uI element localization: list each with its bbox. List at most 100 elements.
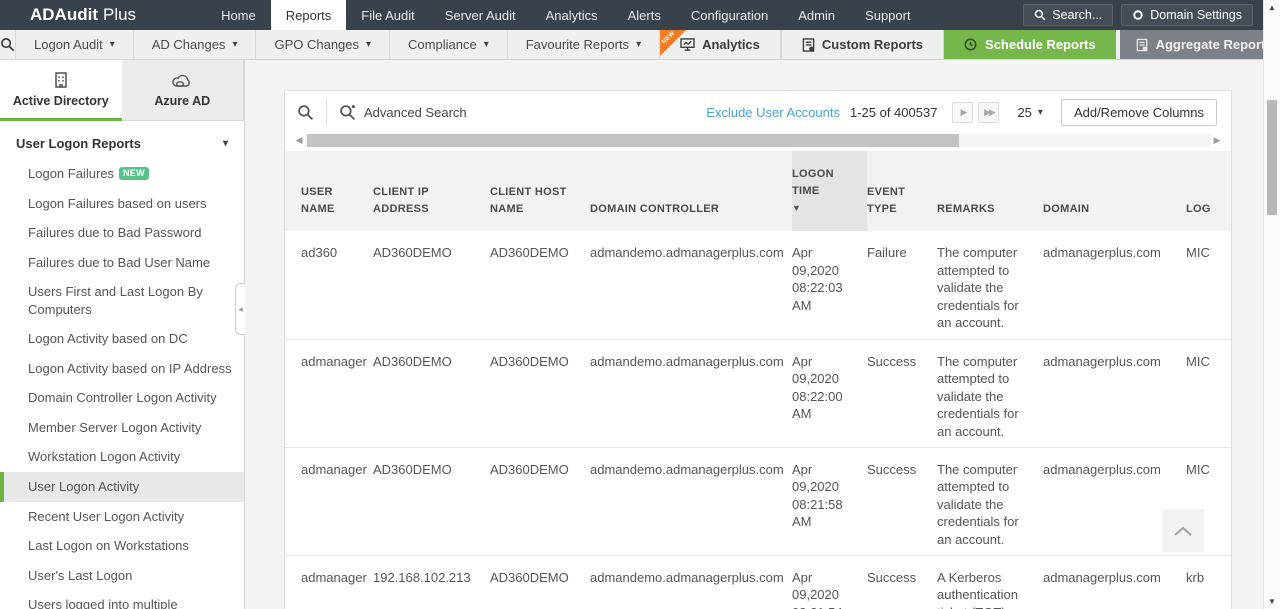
sidebar-item-last-logon-workstations[interactable]: Last Logon on Workstations — [0, 531, 244, 561]
nav-item-support[interactable]: Support — [850, 0, 926, 30]
scroll-right-arrow[interactable]: ▶ — [1211, 135, 1223, 146]
page-vertical-scrollbar: ▲ ▼ — [1263, 0, 1280, 609]
advanced-search-label[interactable]: Advanced Search — [364, 105, 467, 120]
pagination-range: 1-25 of 400537 — [849, 104, 938, 120]
nav-item-admin[interactable]: Admin — [783, 0, 850, 30]
vertical-scroll-thumb[interactable] — [1267, 100, 1277, 215]
scroll-to-top-button[interactable] — [1162, 509, 1204, 552]
sidebar-item-workstation-logon[interactable]: Workstation Logon Activity — [0, 442, 244, 472]
sidebar-item-recent-user-logon[interactable]: Recent User Logon Activity — [0, 502, 244, 532]
search-icon[interactable] — [297, 104, 314, 121]
cell-logon-time: Apr 09,2020 08:22:00 AM — [792, 353, 843, 422]
table-row[interactable]: admanager 192.168.102.213 AD360DEMO adma… — [285, 555, 1231, 609]
report-search-button[interactable] — [0, 30, 15, 59]
sidebar-item-users-last-logon[interactable]: User's Last Logon — [0, 561, 244, 591]
nav-item-reports[interactable]: Reports — [270, 0, 347, 30]
column-header-client-host[interactable]: CLIENT HOST NAME — [490, 151, 590, 231]
sidebar-section-user-logon-reports[interactable]: User Logon Reports ▾ — [0, 121, 244, 159]
last-page-button[interactable]: ▶▶ — [978, 101, 1000, 123]
custom-reports-button[interactable]: Custom Reports — [780, 30, 945, 59]
menu-gpo-changes[interactable]: GPO Changes ▾ — [255, 30, 389, 59]
menu-ad-changes[interactable]: AD Changes ▾ — [132, 30, 256, 59]
column-header-logon-time[interactable]: LOGON TIME ▼ — [792, 151, 867, 231]
nav-item-server-audit[interactable]: Server Audit — [430, 0, 531, 30]
page-size-value: 25 — [1017, 104, 1032, 120]
aggregate-reports-label: Aggregate Reports — [1155, 37, 1273, 52]
sidebar-item-domain-controller-logon[interactable]: Domain Controller Logon Activity — [0, 383, 244, 413]
scroll-left-arrow[interactable]: ◀ — [293, 135, 305, 146]
cell-event-type: Success — [867, 569, 917, 585]
cell-domain: admanagerplus.com — [1043, 569, 1161, 585]
sidebar-item-users-first-last-logon[interactable]: Users First and Last Logon By Computers — [0, 277, 244, 324]
cell-client-host: AD360DEMO — [490, 353, 569, 369]
aggregate-report-icon — [1136, 38, 1148, 52]
nav-item-configuration[interactable]: Configuration — [676, 0, 783, 30]
nav-item-file-audit[interactable]: File Audit — [346, 0, 429, 30]
sidebar-item-logon-failures-based-on-users[interactable]: Logon Failures based on users — [0, 189, 244, 219]
menu-compliance[interactable]: Compliance ▾ — [389, 30, 507, 59]
aggregate-reports-button[interactable]: Aggregate Reports — [1119, 30, 1280, 59]
chevron-up-icon — [1173, 525, 1193, 537]
custom-reports-label: Custom Reports — [821, 37, 924, 52]
sidebar-item-failures-bad-password[interactable]: Failures due to Bad Password — [0, 218, 244, 248]
sidebar-item-logon-failures[interactable]: Logon Failures NEW — [0, 159, 244, 189]
tab-active-directory-label: Active Directory — [12, 93, 109, 108]
advanced-search-icon[interactable] — [339, 104, 356, 121]
menu-favourite-reports[interactable]: Favourite Reports ▾ — [506, 30, 659, 59]
column-header-event-type[interactable]: EVENT TYPE — [867, 151, 937, 231]
column-header-user-name[interactable]: USER NAME — [285, 151, 373, 231]
exclude-user-accounts-link[interactable]: Exclude User Accounts — [706, 105, 840, 120]
horizontal-scroll-track[interactable] — [305, 134, 1211, 147]
report-card-toolbar: Advanced Search Exclude User Accounts 1-… — [285, 91, 1231, 133]
cell-domain-controller: admandemo.admanagerplus.com — [590, 353, 784, 369]
chevron-down-icon: ▾ — [483, 39, 489, 50]
app-window: ADAudit Plus Home Reports File Audit Ser… — [0, 0, 1280, 609]
page-size-dropdown[interactable]: 25 ▾ — [1017, 105, 1043, 120]
table-row[interactable]: admanager AD360DEMO AD360DEMO admandemo.… — [285, 447, 1231, 555]
app-logo[interactable]: ADAudit Plus — [0, 0, 166, 30]
cell-user-name: admanager — [301, 569, 367, 585]
content-area: Active Directory Azure AD User Logon Rep… — [0, 60, 1263, 609]
sidebar-item-logon-activity-ip[interactable]: Logon Activity based on IP Address — [0, 354, 244, 384]
column-header-logon-type[interactable]: LOG — [1186, 151, 1231, 231]
gear-icon — [1132, 9, 1144, 21]
table-row[interactable]: ad360 AD360DEMO AD360DEMO admandemo.adma… — [285, 231, 1231, 339]
sidebar-item-user-logon-activity[interactable]: User Logon Activity — [0, 472, 244, 502]
nav-item-home[interactable]: Home — [206, 0, 271, 30]
chevron-down-icon: ▾ — [1037, 106, 1043, 118]
chevron-left-icon: ◂ — [238, 303, 243, 314]
schedule-reports-label: Schedule Reports — [985, 37, 1096, 52]
sidebar-item-member-server-logon[interactable]: Member Server Logon Activity — [0, 413, 244, 443]
cell-domain: admanagerplus.com — [1043, 245, 1161, 260]
domain-settings-button[interactable]: Domain Settings — [1121, 4, 1253, 26]
horizontal-scroll-thumb[interactable] — [307, 134, 960, 147]
sidebar-item-failures-bad-user-name[interactable]: Failures due to Bad User Name — [0, 248, 244, 278]
scroll-down-arrow[interactable]: ▼ — [1264, 597, 1280, 606]
cell-remarks: The computer attempted to validate the c… — [937, 461, 1019, 547]
cell-logon-type: krb — [1186, 569, 1205, 585]
nav-item-analytics[interactable]: Analytics — [531, 0, 613, 30]
column-header-domain[interactable]: DOMAIN — [1043, 151, 1186, 231]
column-header-domain-controller[interactable]: DOMAIN CONTROLLER — [590, 151, 792, 231]
analytics-label: Analytics — [702, 37, 760, 52]
menu-logon-audit[interactable]: Logon Audit ▾ — [15, 30, 133, 59]
global-search-button[interactable]: Search... — [1023, 4, 1114, 26]
toolbar-right-group: NEW Analytics Custom Reports Schedule Re… — [659, 30, 1280, 59]
schedule-reports-button[interactable]: Schedule Reports — [944, 30, 1116, 59]
horizontal-scrollbar: ◀ ▶ — [293, 133, 1223, 148]
nav-item-alerts[interactable]: Alerts — [613, 0, 676, 30]
sidebar-item-users-logged-multiple[interactable]: Users logged into multiple — [0, 590, 244, 609]
column-header-client-ip[interactable]: CLIENT IP ADDRESS — [373, 151, 490, 231]
add-remove-columns-button[interactable]: Add/Remove Columns — [1060, 98, 1217, 126]
column-header-remarks[interactable]: REMARKS — [937, 151, 1043, 231]
top-navbar: ADAudit Plus Home Reports File Audit Ser… — [0, 0, 1263, 30]
main-nav: Home Reports File Audit Server Audit Ana… — [206, 0, 926, 30]
tab-azure-ad[interactable]: Azure AD — [121, 60, 244, 121]
sidebar-item-logon-activity-dc[interactable]: Logon Activity based on DC — [0, 324, 244, 354]
sidebar-collapse-handle[interactable]: ◂ — [235, 283, 245, 335]
tab-active-directory[interactable]: Active Directory — [0, 60, 122, 121]
scroll-up-arrow[interactable]: ▲ — [1264, 3, 1280, 12]
next-page-button[interactable]: ▶ — [952, 101, 974, 123]
analytics-button[interactable]: NEW Analytics — [659, 30, 781, 59]
table-row[interactable]: admanager AD360DEMO AD360DEMO admandemo.… — [285, 339, 1231, 447]
